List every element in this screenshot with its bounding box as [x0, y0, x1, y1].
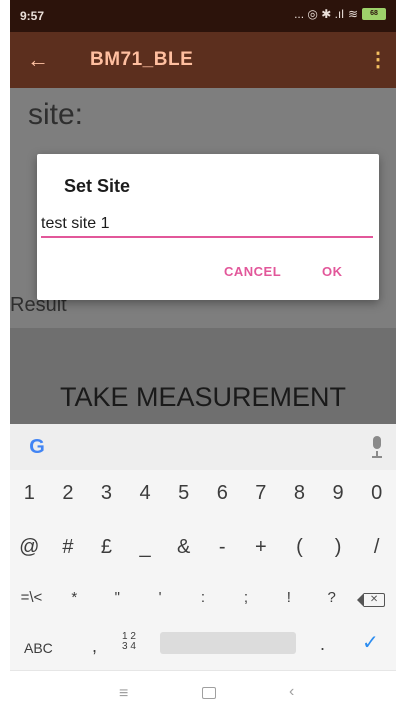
take-measurement-label: TAKE MEASUREMENT [59, 382, 347, 412]
app-title: BM71_BLE [90, 49, 194, 70]
key-5[interactable]: 5 [164, 482, 203, 505]
key-semicolon[interactable]: ; [224, 589, 267, 607]
cancel-button[interactable]: CANCEL [224, 264, 281, 279]
key-9[interactable]: 9 [319, 482, 358, 505]
backspace-icon: ✕ [357, 593, 386, 607]
microphone-icon[interactable] [370, 436, 384, 458]
key-3[interactable]: 3 [87, 482, 126, 505]
key-ampersand[interactable]: & [164, 536, 203, 559]
keyboard: G 1 2 3 4 5 6 7 8 9 0 @ # £ _ & - + () … [10, 424, 396, 670]
key-slash[interactable]: / [357, 536, 396, 559]
period-key[interactable]: . [320, 634, 325, 655]
key-colon[interactable]: : [182, 589, 225, 607]
site-input[interactable] [41, 212, 373, 238]
more-menu-icon[interactable]: ⋮ [368, 46, 388, 74]
key-exclamation[interactable]: ! [267, 589, 310, 607]
key-at[interactable]: @ [10, 536, 49, 559]
symbol-row: @ # £ _ & - + ( ) / [10, 536, 396, 559]
key-6[interactable]: 6 [203, 482, 242, 505]
status-time: 9:57 [20, 9, 45, 23]
abc-key[interactable]: ABC [24, 640, 53, 656]
key-0[interactable]: 0 [357, 482, 396, 505]
enter-check-icon[interactable]: ✓ [362, 630, 379, 655]
google-icon[interactable]: G [24, 435, 50, 459]
space-key[interactable] [160, 632, 296, 654]
status-bar: 9:57 ... ◎ ✱ .ıl ≋ 68 [10, 0, 396, 32]
key-plus[interactable]: + [242, 536, 281, 559]
backspace-key[interactable]: ✕ [353, 589, 396, 607]
key-2[interactable]: 2 [49, 482, 88, 505]
symbol-row-2: =\< * " ' : ; ! ? ✕ [10, 589, 396, 607]
numpad-key[interactable]: 1 2 3 4 [122, 632, 136, 652]
phone-screen: 9:57 ... ◎ ✱ .ıl ≋ 68 ← BM71_BLE ⋮ site:… [10, 0, 396, 716]
key-asterisk[interactable]: * [53, 589, 96, 607]
status-icons: ... ◎ ✱ .ıl ≋ 68 [294, 7, 386, 21]
key-close-paren[interactable]: ) [319, 536, 358, 559]
navigation-bar: ≡ ‹ [10, 670, 396, 716]
key-pound[interactable]: £ [87, 536, 126, 559]
dialog-title: Set Site [64, 176, 131, 196]
wifi-icon: ≋ [347, 7, 358, 21]
key-question[interactable]: ? [310, 589, 353, 607]
home-square-icon[interactable] [202, 687, 216, 699]
recents-menu-icon[interactable]: ≡ [119, 685, 128, 703]
take-measurement-button[interactable]: TAKE MEASUREMENT [10, 328, 396, 424]
back-arrow-icon[interactable]: ← [24, 46, 52, 74]
key-more-symbols[interactable]: =\< [10, 589, 53, 607]
key-7[interactable]: 7 [242, 482, 281, 505]
number-row: 1 2 3 4 5 6 7 8 9 0 [10, 482, 396, 505]
status-indicators: ... ◎ ✱ .ıl [294, 7, 344, 21]
key-apostrophe[interactable]: ' [139, 589, 182, 607]
key-hash[interactable]: # [49, 536, 88, 559]
app-bar: ← BM71_BLE ⋮ [10, 32, 396, 88]
keyboard-toolbar: G [10, 424, 396, 470]
key-minus[interactable]: - [203, 536, 242, 559]
key-underscore[interactable]: _ [126, 536, 165, 559]
comma-key[interactable]: , [92, 636, 97, 657]
site-label: site: [28, 98, 84, 131]
key-1[interactable]: 1 [10, 482, 49, 505]
key-8[interactable]: 8 [280, 482, 319, 505]
key-4[interactable]: 4 [126, 482, 165, 505]
back-chevron-icon[interactable]: ‹ [289, 683, 294, 701]
battery-icon: 68 [362, 8, 386, 20]
set-site-dialog: Set Site CANCEL OK [37, 154, 379, 300]
ok-button[interactable]: OK [322, 264, 343, 279]
key-quote[interactable]: " [96, 589, 139, 607]
key-open-paren[interactable]: ( [280, 536, 319, 559]
